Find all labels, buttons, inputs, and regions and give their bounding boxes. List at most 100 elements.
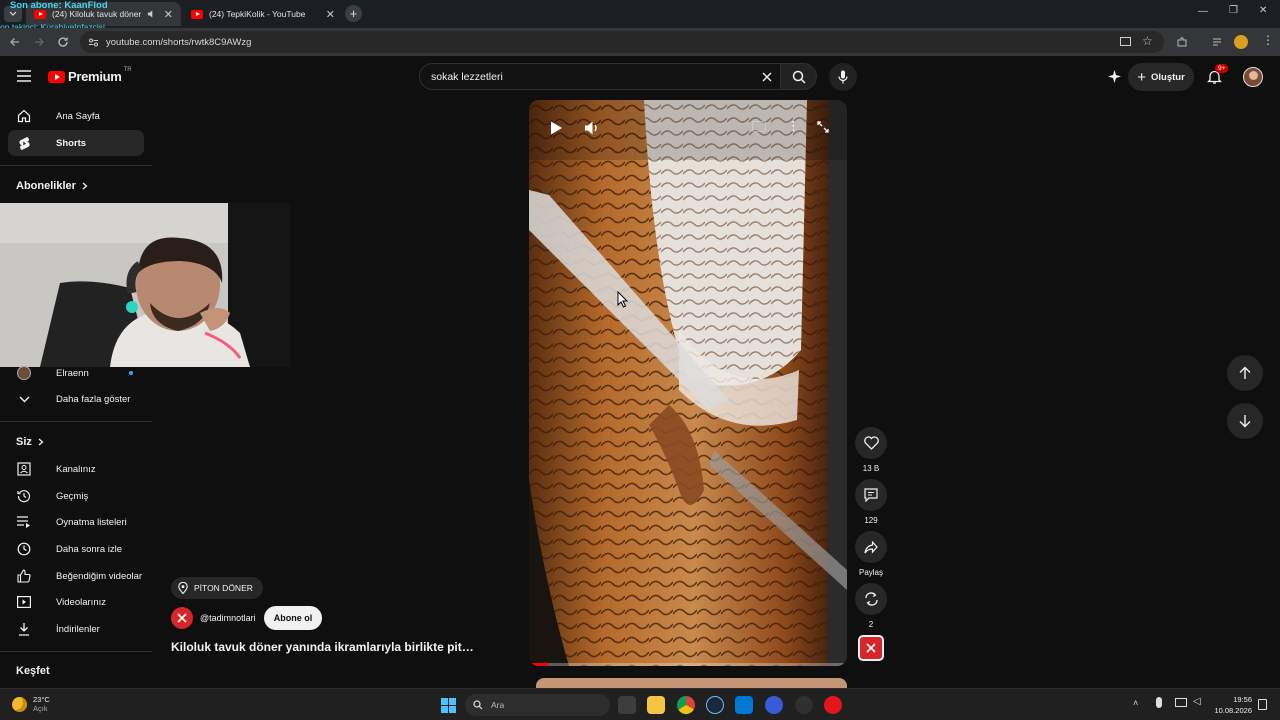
app-icon[interactable] <box>765 696 783 714</box>
plus-icon: + <box>1137 68 1146 86</box>
profile-avatar[interactable] <box>1234 35 1248 49</box>
speaker-icon[interactable]: ◁ <box>1193 696 1201 707</box>
tab-title: (24) TepkiKolik - YouTube <box>209 9 306 19</box>
new-tab-button[interactable]: + <box>345 5 362 22</box>
comments-button[interactable] <box>855 479 887 511</box>
sidebar-item-playlists[interactable]: Oynatma listeleri <box>8 509 144 535</box>
back-icon[interactable] <box>9 36 21 48</box>
network-icon[interactable] <box>1175 698 1187 707</box>
sidebar-item-your-channel[interactable]: Kanalınız <box>8 456 144 482</box>
file-explorer-icon[interactable] <box>647 696 665 714</box>
speaker-icon[interactable] <box>147 9 156 19</box>
chrome-icon[interactable] <box>677 696 695 714</box>
taskbar-search[interactable]: Ara <box>465 694 610 716</box>
sidebar-item-home[interactable]: Ana Sayfa <box>8 103 144 129</box>
sidebar-item-label: Daha fazla göster <box>56 393 131 405</box>
short-title[interactable]: Kiloluk tavuk döner yanında ikramlarıyla… <box>171 640 474 654</box>
captions-icon[interactable] <box>752 121 766 132</box>
window-maximize-icon[interactable]: ❐ <box>1229 5 1238 16</box>
microphone-tray-icon[interactable] <box>1156 697 1162 708</box>
weather-widget[interactable]: 23°C Açık <box>12 695 50 713</box>
site-info-icon[interactable] <box>88 37 99 48</box>
playlists-icon <box>16 514 32 530</box>
bookmark-star-icon[interactable]: ☆ <box>1142 34 1153 48</box>
like-action[interactable]: 13 B <box>855 427 887 473</box>
remix-action[interactable]: 2 <box>855 583 887 629</box>
sidebar-item-label: Oynatma listeleri <box>56 516 127 528</box>
notification-center-icon[interactable] <box>1258 699 1267 710</box>
tray-chevron-icon[interactable]: ˄ <box>1133 698 1138 708</box>
windows-taskbar: 23°C Açık Ara ˄ ◁ 19:56 10.08.2026 <box>0 688 1280 720</box>
sidebar-item-label: İndirilenler <box>56 623 100 635</box>
browser-tab[interactable]: (24) TepkiKolik - YouTube ✕ <box>183 2 343 26</box>
reload-icon[interactable] <box>57 36 69 48</box>
browser-toolbar: youtube.com/shorts/rwtk8C9AWzg ☆ ⋮ <box>0 28 1280 56</box>
address-bar[interactable]: youtube.com/shorts/rwtk8C9AWzg ☆ <box>80 31 1164 53</box>
you-heading[interactable]: Siz <box>16 436 44 448</box>
volume-icon[interactable] <box>584 120 600 136</box>
sidebar-item-channel-elraenn[interactable]: Elraenn <box>8 360 144 386</box>
sidebar-show-more[interactable]: Daha fazla göster <box>8 386 144 412</box>
chevron-down-icon <box>9 11 17 16</box>
location-chip[interactable]: PİTON DÖNER <box>171 577 263 599</box>
clock-time: 19:56 <box>1233 695 1252 704</box>
cast-icon[interactable] <box>1120 37 1131 47</box>
fork-knife-icon <box>177 613 187 623</box>
like-icon <box>16 568 32 584</box>
forward-icon[interactable] <box>33 36 45 48</box>
window-close-icon[interactable]: ✕ <box>1259 5 1267 16</box>
youtube-logo[interactable]: Premium TR <box>48 67 132 84</box>
heart-icon <box>863 436 879 450</box>
close-tab-icon[interactable]: ✕ <box>326 8 335 21</box>
sidebar-divider <box>0 421 152 422</box>
streamlabs-icon[interactable] <box>824 696 842 714</box>
sidebar-item-your-videos[interactable]: Videolarınız <box>8 589 144 615</box>
channel-avatar[interactable] <box>171 607 193 629</box>
premium-sparkle-icon[interactable] <box>1107 69 1122 84</box>
subscribe-button[interactable]: Abone ol <box>264 606 322 630</box>
sidebar-item-liked-videos[interactable]: Beğendiğim videolar <box>8 563 144 589</box>
task-view-icon[interactable] <box>618 696 636 714</box>
previous-short-button[interactable] <box>1227 355 1263 391</box>
sidebar-item-downloads[interactable]: İndirilenler <box>8 616 144 642</box>
comment-action[interactable]: 129 <box>855 479 887 525</box>
chrome-menu-icon[interactable]: ⋮ <box>1262 33 1274 47</box>
notifications-button[interactable]: 9+ <box>1207 64 1229 85</box>
start-button[interactable] <box>441 698 456 713</box>
hamburger-menu-icon[interactable] <box>17 70 31 82</box>
obs-icon[interactable] <box>795 696 813 714</box>
sidebar-item-shorts[interactable]: Shorts <box>8 130 144 156</box>
reading-list-icon[interactable] <box>1211 36 1223 48</box>
sidebar-item-label: Ana Sayfa <box>56 110 100 122</box>
remix-button[interactable] <box>855 583 887 615</box>
create-button[interactable]: + Oluştur <box>1128 63 1194 91</box>
close-tab-icon[interactable]: ✕ <box>164 8 173 21</box>
search-input[interactable]: sokak lezzetleri <box>419 63 781 90</box>
share-button[interactable] <box>855 531 887 563</box>
account-avatar[interactable] <box>1243 67 1263 87</box>
share-action[interactable]: Paylaş <box>855 531 887 577</box>
search-icon <box>792 70 806 84</box>
like-button[interactable] <box>855 427 887 459</box>
extensions-icon[interactable] <box>1176 36 1188 48</box>
sidebar-item-watch-later[interactable]: Daha sonra izle <box>8 536 144 562</box>
next-short-preview[interactable] <box>536 678 847 688</box>
fullscreen-icon[interactable] <box>817 121 829 133</box>
sidebar-item-history[interactable]: Geçmiş <box>8 483 144 509</box>
window-minimize-icon[interactable]: — <box>1198 6 1208 17</box>
more-options-icon[interactable]: ⋮ <box>787 118 800 134</box>
microsoft-store-icon[interactable] <box>735 696 753 714</box>
sound-avatar[interactable] <box>858 635 884 661</box>
short-video-player[interactable]: ⋮ <box>529 100 847 666</box>
search-button[interactable] <box>781 63 817 90</box>
next-short-button[interactable] <box>1227 403 1263 439</box>
steam-icon[interactable] <box>706 696 724 714</box>
clock[interactable]: 19:56 10.08.2026 <box>1212 694 1252 716</box>
subscriptions-heading[interactable]: Abonelikler <box>16 180 88 192</box>
chevron-right-icon <box>38 438 44 446</box>
video-progress-track[interactable] <box>529 663 847 666</box>
channel-handle[interactable]: @tadimnotlari <box>200 613 256 623</box>
clear-search-icon[interactable] <box>762 72 772 82</box>
voice-search-button[interactable] <box>829 63 857 91</box>
play-icon[interactable] <box>549 120 563 136</box>
